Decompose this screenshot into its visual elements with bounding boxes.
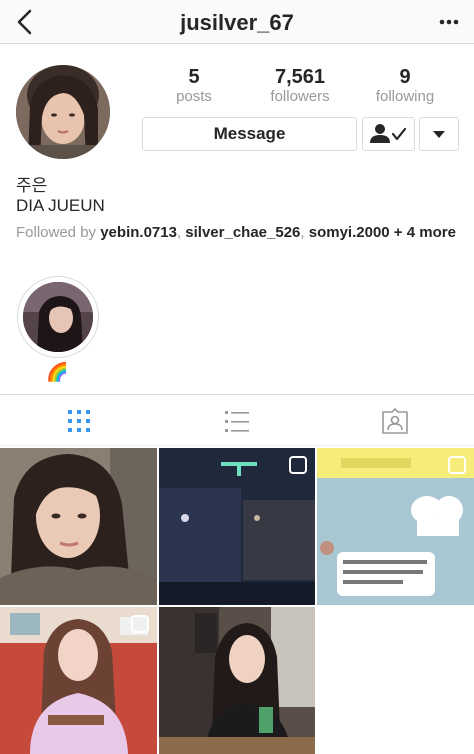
posts-label: posts <box>176 88 212 105</box>
post-thumbnail[interactable] <box>0 607 157 754</box>
multiple-photos-icon <box>289 456 307 474</box>
post-thumbnail[interactable] <box>317 448 474 605</box>
list-icon[interactable] <box>223 407 251 435</box>
following-label: following <box>375 88 435 105</box>
followed-by-user[interactable]: silver_chae_526 <box>185 224 300 241</box>
multiple-photos-icon <box>448 456 466 474</box>
post-thumbnail[interactable] <box>0 448 157 605</box>
posts-stat[interactable]: 5 posts <box>154 66 234 106</box>
following-stat[interactable]: 9 following <box>365 66 445 106</box>
grid-icon[interactable] <box>65 407 93 435</box>
profile-name-korean: 주은 <box>16 176 48 195</box>
followers-stat[interactable]: 7,561 followers <box>260 66 340 106</box>
highlight-label: 🌈 <box>46 362 69 382</box>
followed-by-text[interactable]: Followed by yebin.0713, silver_chae_526,… <box>16 223 456 243</box>
followed-by-user[interactable]: yebin.0713 <box>100 224 177 241</box>
person-check-icon <box>370 124 407 143</box>
top-bar: jusilver_67 <box>0 0 474 44</box>
highlight-cover <box>23 282 93 352</box>
caret-down-icon <box>433 131 445 138</box>
followed-by-user[interactable]: somyi.2000 <box>309 224 390 241</box>
followed-by-prefix: Followed by <box>16 224 101 241</box>
suggested-dropdown-button[interactable] <box>419 117 459 151</box>
posts-count: 5 <box>188 66 200 88</box>
post-thumbnail[interactable] <box>159 607 315 754</box>
message-button[interactable]: Message <box>142 117 357 151</box>
empty-grid-slot <box>317 607 474 754</box>
following-toggle-button[interactable] <box>362 117 415 151</box>
followers-label: followers <box>270 88 330 105</box>
story-highlight[interactable] <box>17 276 99 358</box>
profile-full-name: DIA JUEUN <box>16 196 105 215</box>
photo-grid <box>0 448 474 754</box>
username-title: jusilver_67 <box>180 10 294 35</box>
followers-count: 7,561 <box>274 66 326 88</box>
followed-by-more[interactable]: + 4 more <box>394 224 456 241</box>
avatar[interactable] <box>16 65 110 159</box>
post-thumbnail[interactable] <box>159 448 315 605</box>
multiple-photos-icon <box>131 615 149 633</box>
profile-tabs <box>0 394 474 446</box>
following-count: 9 <box>399 66 411 88</box>
tagged-person-icon[interactable] <box>381 407 409 435</box>
more-horizontal-icon[interactable] <box>438 12 460 32</box>
